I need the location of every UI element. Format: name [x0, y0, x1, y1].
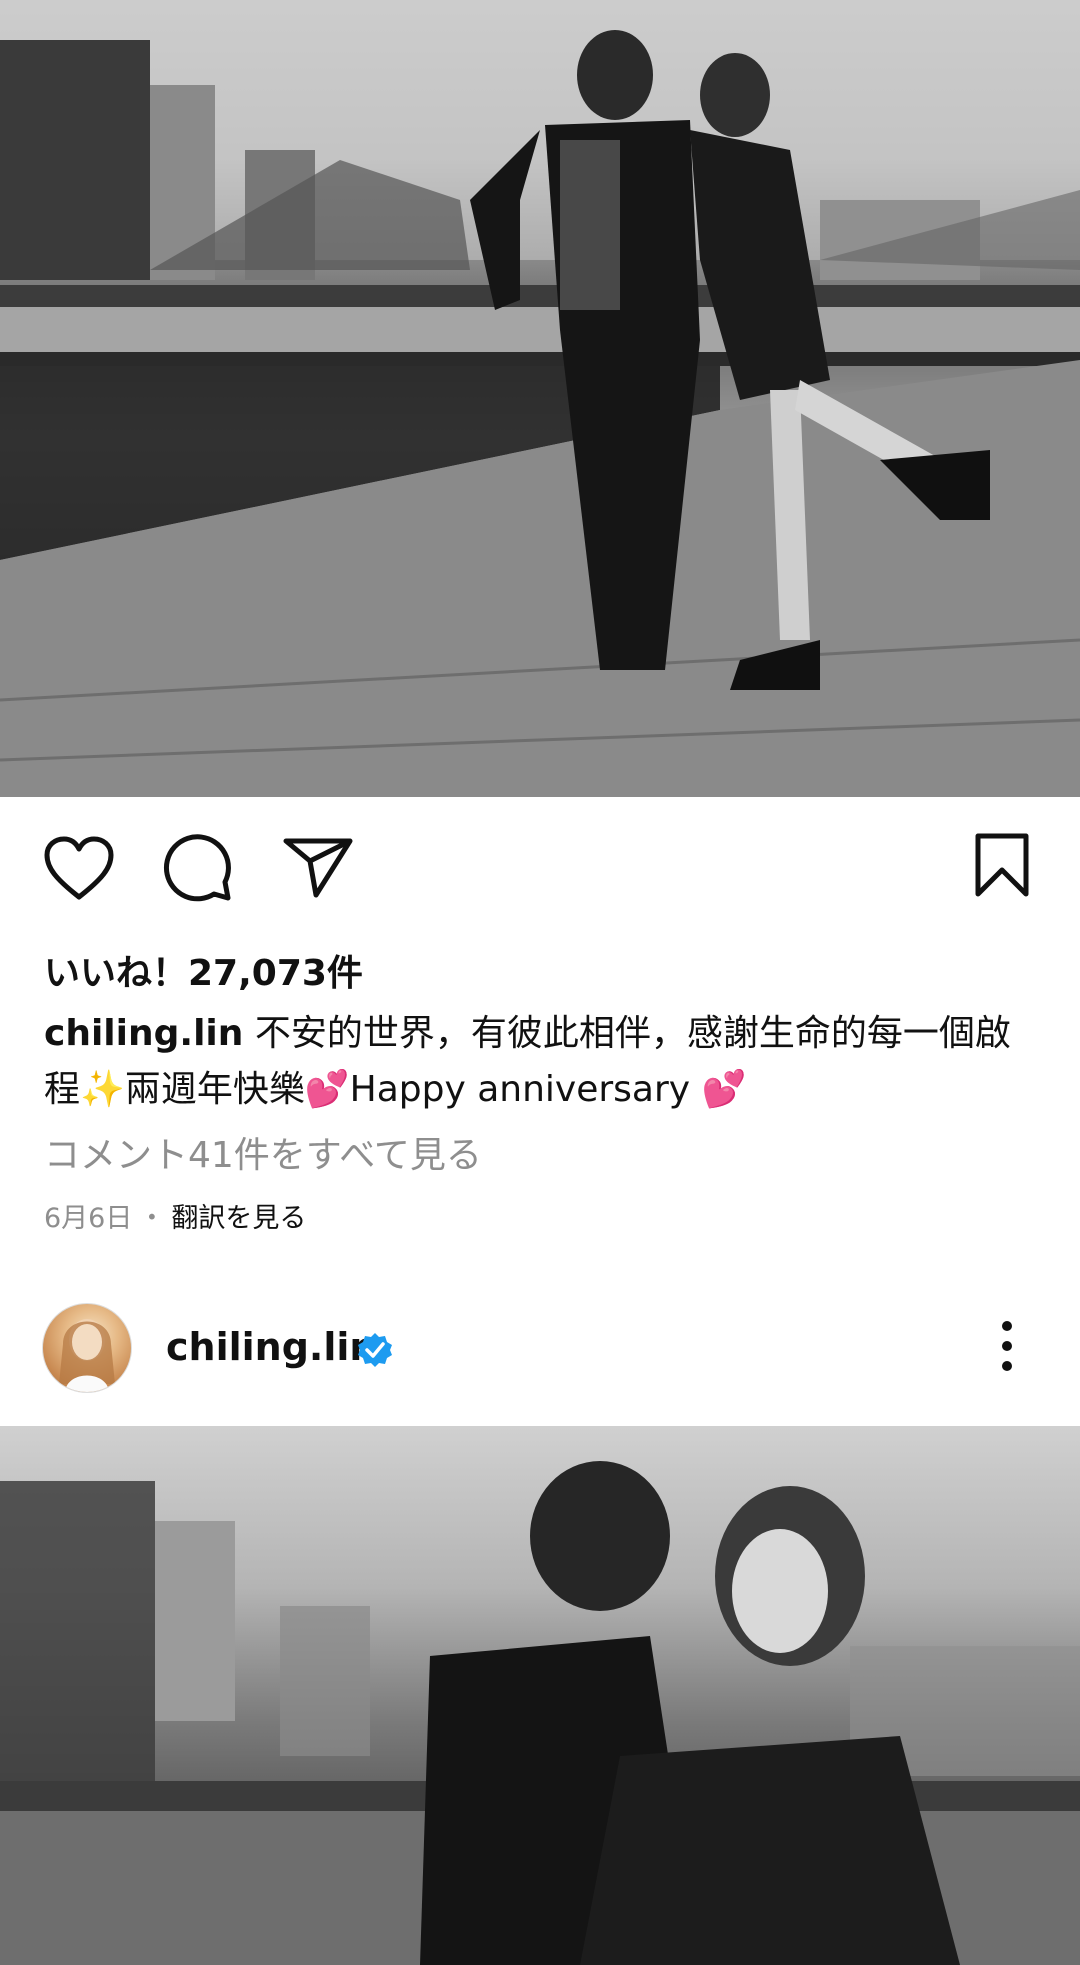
paper-plane-icon[interactable]	[282, 835, 354, 899]
post-meta: 6月6日・翻訳を見る	[44, 1196, 306, 1235]
comment-bubble-icon[interactable]	[162, 832, 234, 904]
post-date: 6月6日	[44, 1203, 133, 1234]
bookmark-icon[interactable]	[972, 832, 1032, 898]
post-author-username[interactable]: chiling.lin	[166, 1325, 376, 1369]
avatar[interactable]	[42, 1303, 132, 1393]
likes-count[interactable]: いいね！27,073件	[44, 944, 363, 996]
photo-scene	[0, 0, 1080, 797]
verified-badge-icon	[356, 1331, 394, 1373]
caption-username[interactable]: chiling.lin	[44, 1013, 243, 1054]
translate-link[interactable]: 翻訳を見る	[171, 1203, 306, 1234]
post-photo[interactable]	[0, 0, 1080, 797]
post-photo-2[interactable]	[0, 1426, 1080, 1965]
meta-separator: ・	[138, 1203, 166, 1234]
heart-icon[interactable]	[42, 835, 116, 901]
post-caption: chiling.lin 不安的世界，有彼此相伴，感謝生命的每一個啟程✨兩週年快樂…	[44, 1006, 1044, 1118]
photo-scene-2	[0, 1461, 1080, 1965]
view-comments-link[interactable]: コメント41件をすべて見る	[44, 1126, 482, 1178]
more-vertical-icon[interactable]	[990, 1318, 1024, 1374]
